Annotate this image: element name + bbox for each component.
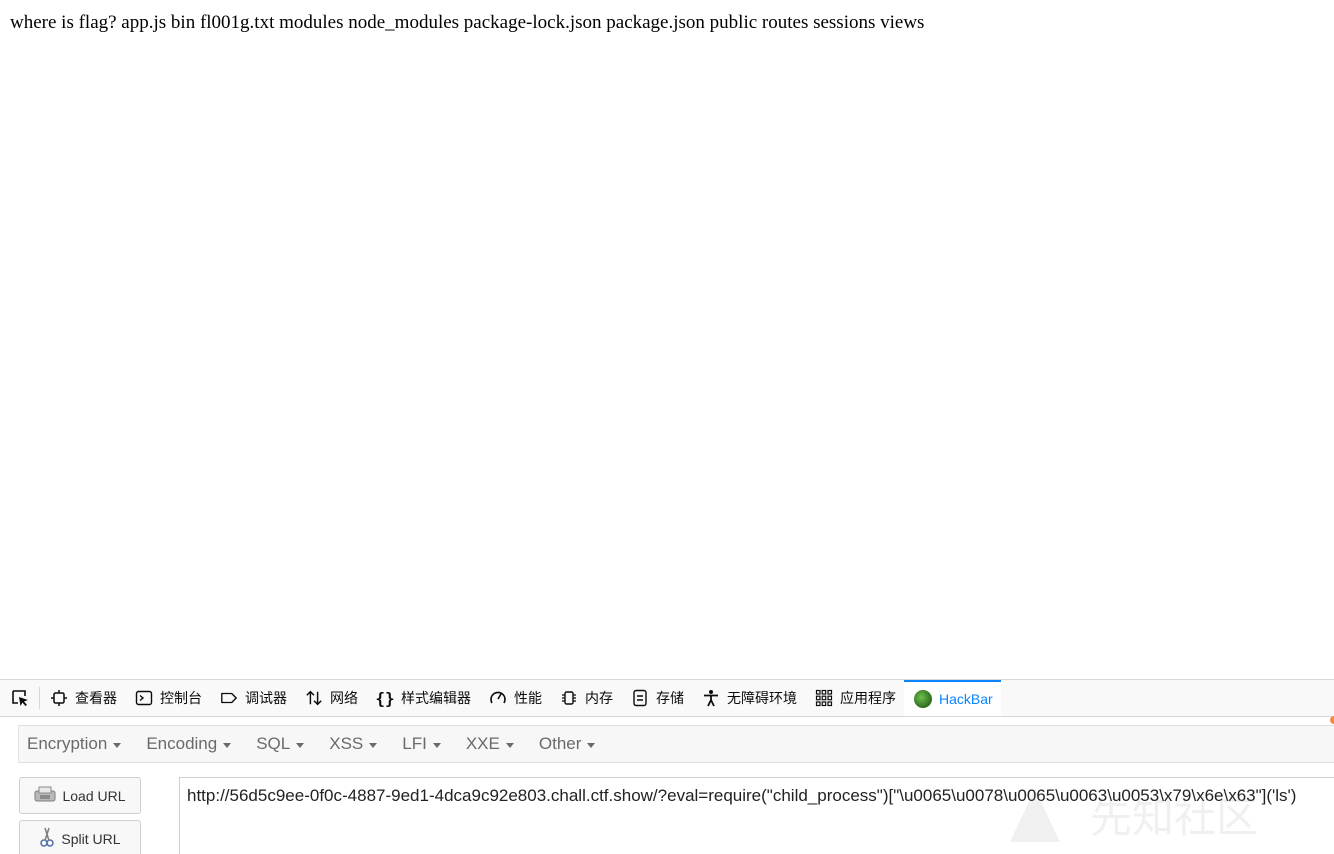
scissors-icon: [39, 826, 55, 851]
memory-icon: [560, 689, 578, 707]
menu-label: XXE: [465, 734, 500, 753]
tab-inspector[interactable]: 查看器: [40, 680, 125, 716]
tab-performance[interactable]: 性能: [479, 680, 550, 716]
menu-label: Encoding: [146, 734, 218, 753]
tab-label: 无障碍环境: [727, 690, 797, 706]
application-icon: [815, 689, 833, 707]
menu-xss[interactable]: XSS: [321, 734, 385, 754]
split-url-button[interactable]: Split URL: [19, 820, 141, 854]
element-picker-icon: [11, 690, 28, 706]
accessibility-icon: [702, 689, 720, 707]
tab-debugger[interactable]: 调试器: [210, 680, 295, 716]
menu-sql[interactable]: SQL: [248, 734, 312, 754]
tab-application[interactable]: 应用程序: [805, 680, 904, 716]
tab-label: 调试器: [245, 690, 287, 706]
chevron-down-icon: [113, 742, 122, 748]
style-editor-icon: {}: [375, 688, 395, 708]
tab-accessibility[interactable]: 无障碍环境: [692, 680, 805, 716]
network-icon: [305, 689, 323, 707]
tab-label: 应用程序: [840, 690, 896, 706]
menu-label: Other: [538, 734, 582, 753]
storage-icon: [631, 689, 649, 707]
tab-label: 性能: [514, 690, 542, 706]
tab-label: 控制台: [160, 690, 202, 706]
load-url-icon: [34, 786, 56, 805]
chevron-down-icon: [369, 742, 378, 748]
devtools-toolbar: 查看器 控制台 调试器 网络 {} 样式编辑器 性能 内存 存储 无障碍环境 应…: [0, 680, 1334, 717]
tab-memory[interactable]: 内存: [550, 680, 621, 716]
hackbar-menu: Encryption Encoding SQL XSS LFI XXE Othe…: [18, 725, 1334, 763]
debugger-icon: [220, 689, 238, 707]
load-url-label: Load URL: [62, 787, 126, 804]
chevron-down-icon: [587, 742, 596, 748]
menu-encryption[interactable]: Encryption: [19, 734, 129, 754]
notification-dot: [1330, 716, 1334, 724]
tab-label: 样式编辑器: [401, 690, 471, 706]
tab-label: 内存: [585, 690, 613, 706]
hackbar-logo-icon: [914, 690, 932, 708]
menu-lfi[interactable]: LFI: [394, 734, 449, 754]
load-url-button[interactable]: Load URL: [19, 777, 141, 814]
chevron-down-icon: [505, 742, 514, 748]
tab-label: 存储: [656, 690, 684, 706]
performance-icon: [489, 689, 507, 707]
menu-label: XSS: [329, 734, 364, 753]
split-url-label: Split URL: [61, 830, 121, 847]
menu-encoding[interactable]: Encoding: [138, 734, 239, 754]
tab-label: 网络: [330, 690, 358, 706]
watermark-text: 先知社区: [1090, 793, 1258, 842]
watermark-logo: 先知社区: [1010, 789, 1258, 842]
inspector-icon: [50, 689, 68, 707]
tab-label: 查看器: [75, 690, 117, 706]
tab-storage[interactable]: 存储: [621, 680, 692, 716]
tab-console[interactable]: 控制台: [125, 680, 210, 716]
page-output-text: where is flag? app.js bin fl001g.txt mod…: [10, 12, 925, 33]
menu-xxe[interactable]: XXE: [458, 734, 522, 754]
tab-style-editor[interactable]: {} 样式编辑器: [366, 680, 479, 716]
menu-label: Encryption: [27, 734, 108, 753]
menu-label: LFI: [402, 734, 427, 753]
chevron-down-icon: [296, 742, 305, 748]
tab-network[interactable]: 网络: [295, 680, 366, 716]
console-icon: [135, 689, 153, 707]
menu-other[interactable]: Other: [531, 734, 604, 754]
chevron-down-icon: [223, 742, 232, 748]
menu-label: SQL: [256, 734, 291, 753]
tab-label: HackBar: [939, 691, 993, 707]
tab-hackbar[interactable]: HackBar: [904, 680, 1001, 716]
element-picker-button[interactable]: [0, 687, 40, 709]
chevron-down-icon: [432, 742, 441, 748]
